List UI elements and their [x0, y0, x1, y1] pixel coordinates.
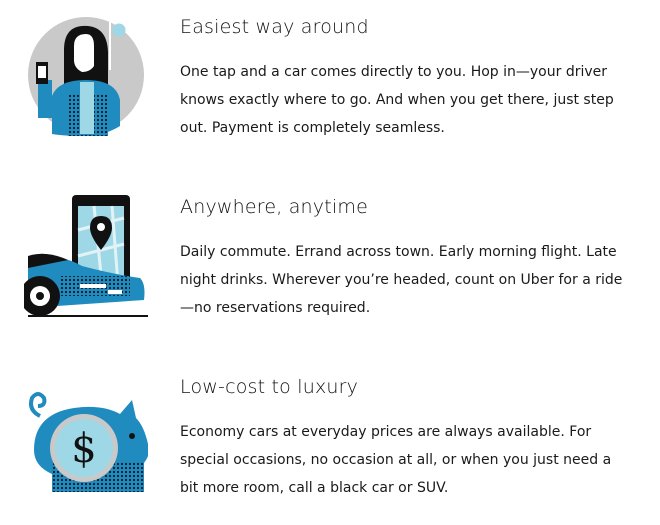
- feature-title: Anywhere, anytime: [180, 196, 368, 218]
- feature-title: Low-cost to luxury: [180, 376, 359, 398]
- rider-phone-icon: [24, 10, 154, 140]
- feature-description: Daily commute. Errand across town. Early…: [180, 244, 623, 316]
- svg-text:$: $: [71, 426, 96, 472]
- feature-description: One tap and a car comes directly to you.…: [180, 64, 614, 136]
- car-map-pin-icon: [24, 190, 154, 320]
- feature-description: Economy cars at everyday prices are alwa…: [180, 424, 612, 496]
- feature-easiest-way-around: Easiest way around One tap and a car com…: [0, 0, 660, 140]
- piggy-bank-dollar-icon: $: [24, 370, 154, 500]
- feature-title: Easiest way around: [180, 16, 369, 38]
- feature-anywhere-anytime: Anywhere, anytime Daily commute. Errand …: [0, 180, 660, 320]
- feature-low-cost-to-luxury: $ Low-cost to luxury Economy cars at eve…: [0, 360, 660, 500]
